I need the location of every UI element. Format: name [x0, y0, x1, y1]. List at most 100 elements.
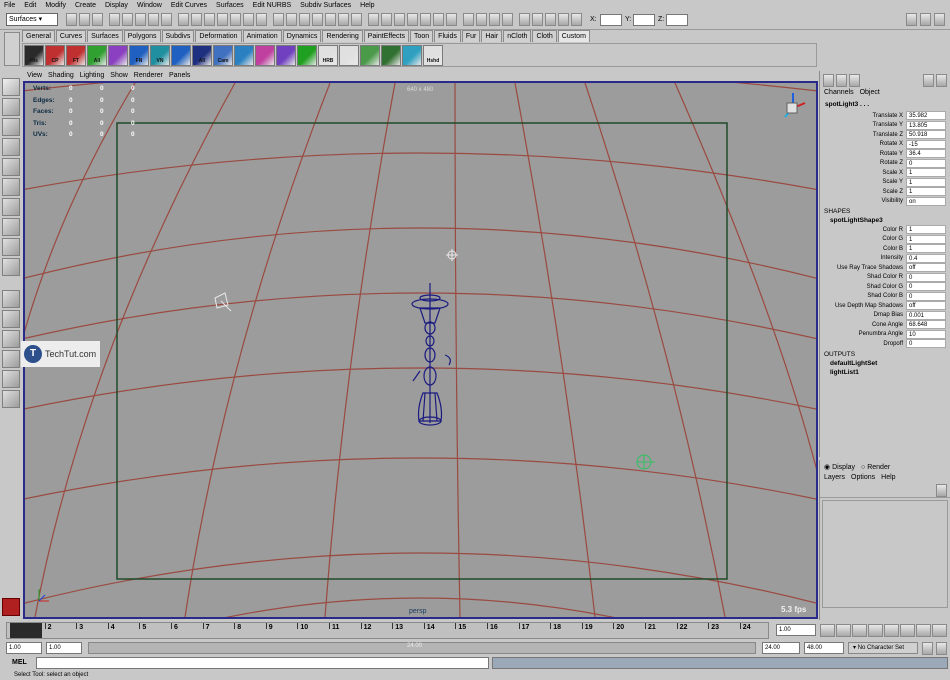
render-pane-icon[interactable]: [2, 390, 20, 408]
attr-value-field[interactable]: 1: [906, 244, 946, 254]
status-tool-icon[interactable]: [243, 13, 254, 26]
attr-value-field[interactable]: 0: [906, 282, 946, 292]
panel-menu-panels[interactable]: Panels: [169, 71, 190, 81]
status-tool-icon[interactable]: [299, 13, 310, 26]
perspective-viewport[interactable]: Verts: 0 0 0 Edges: 0 0 0 Faces: 0 0 0 Tris: 0 0 0 UVs: 0…: [23, 81, 818, 619]
status-tool-icon[interactable]: [558, 13, 569, 26]
graph-pane-icon[interactable]: [2, 350, 20, 368]
status-tool-icon[interactable]: [135, 13, 146, 26]
shelf-button-icon[interactable]: HRB: [318, 45, 338, 66]
shelf-tab-curves[interactable]: Curves: [55, 30, 87, 42]
status-tool-icon[interactable]: [79, 13, 90, 26]
shelf-button-icon[interactable]: [402, 45, 422, 66]
shelf-button-icon[interactable]: [255, 45, 275, 66]
layer-menu-layers[interactable]: Layers: [824, 474, 845, 484]
step-forward-key-icon[interactable]: [900, 624, 915, 637]
mel-input[interactable]: [36, 657, 489, 669]
shelf-tab-dynamics[interactable]: Dynamics: [282, 30, 322, 42]
attribute-editor-icon[interactable]: [906, 13, 917, 26]
object-menu[interactable]: Object: [860, 89, 880, 99]
four-pane-icon[interactable]: [2, 310, 20, 328]
channel-layer-mode-icon[interactable]: [849, 74, 860, 87]
y-field[interactable]: [633, 14, 655, 26]
lasso-tool-icon[interactable]: [2, 98, 20, 116]
status-tool-icon[interactable]: [489, 13, 500, 26]
shelf-tab-animation[interactable]: Animation: [242, 30, 282, 42]
menu-edit-nurbs[interactable]: Edit NURBS: [253, 0, 292, 11]
shelf-tab-deformation[interactable]: Deformation: [195, 30, 242, 42]
last-tool-icon[interactable]: [2, 258, 20, 276]
shelf-button-icon[interactable]: [297, 45, 317, 66]
display-radio[interactable]: ◉ Display: [824, 463, 855, 471]
status-tool-icon[interactable]: [446, 13, 457, 26]
soft-mod-icon[interactable]: [2, 218, 20, 236]
status-tool-icon[interactable]: [178, 13, 189, 26]
attr-value-field[interactable]: off: [906, 301, 946, 311]
status-tool-icon[interactable]: [273, 13, 284, 26]
menu-surfaces[interactable]: Surfaces: [216, 0, 244, 11]
shelf-button-icon[interactable]: VN: [150, 45, 170, 66]
menu-edit[interactable]: Edit: [24, 0, 36, 11]
attr-value-field[interactable]: 0: [906, 158, 946, 168]
move-tool-icon[interactable]: [2, 138, 20, 156]
menu-set-select[interactable]: Surfaces ▾: [6, 13, 58, 26]
time-slider[interactable]: 123456789101112131415161718192021222324 …: [0, 620, 950, 640]
shelf-button-icon[interactable]: All: [192, 45, 212, 66]
go-to-start-icon[interactable]: [820, 624, 835, 637]
key-icon[interactable]: [922, 642, 933, 655]
status-tool-icon[interactable]: [502, 13, 513, 26]
shelf-tab-fur[interactable]: Fur: [461, 30, 481, 42]
edit-icon[interactable]: [923, 74, 934, 87]
play-back-icon[interactable]: [868, 624, 883, 637]
shelf-tab-toon[interactable]: Toon: [409, 30, 434, 42]
layer-menu-help[interactable]: Help: [881, 474, 895, 484]
shelf-tab-general[interactable]: General: [22, 30, 55, 42]
panel-menu-lighting[interactable]: Lighting: [80, 71, 105, 81]
step-back-key-icon[interactable]: [852, 624, 867, 637]
attr-value-field[interactable]: 0.4: [906, 253, 946, 263]
attr-value-field[interactable]: 1: [906, 177, 946, 187]
shelf-tab-painteffects[interactable]: PaintEffects: [363, 30, 409, 42]
layer-menu-options[interactable]: Options: [851, 474, 875, 484]
paint-select-icon[interactable]: [2, 118, 20, 136]
playback-start-field[interactable]: 1.00: [46, 642, 82, 654]
playback-end-field[interactable]: 24.00: [762, 642, 800, 654]
output-node[interactable]: defaultLightSet: [820, 359, 950, 368]
rotate-tool-icon[interactable]: [2, 158, 20, 176]
shelf-tab-custom[interactable]: Custom: [557, 30, 590, 42]
status-tool-icon[interactable]: [368, 13, 379, 26]
status-tool-icon[interactable]: [92, 13, 103, 26]
menu-help[interactable]: Help: [360, 0, 374, 11]
status-tool-icon[interactable]: [351, 13, 362, 26]
menu-window[interactable]: Window: [137, 0, 162, 11]
time-ruler[interactable]: 123456789101112131415161718192021222324: [6, 622, 769, 639]
character-set-select[interactable]: ▾ No Character Set: [848, 642, 918, 654]
menu-subdiv-surfaces[interactable]: Subdiv Surfaces: [300, 0, 351, 11]
start-time-field[interactable]: 1.00: [6, 642, 42, 654]
status-tool-icon[interactable]: [325, 13, 336, 26]
attr-value-field[interactable]: 68.648: [906, 320, 946, 330]
attr-value-field[interactable]: 0: [906, 339, 946, 349]
attr-value-field[interactable]: 50.918: [906, 130, 946, 140]
menu-modify[interactable]: Modify: [45, 0, 66, 11]
attr-value-field[interactable]: 1: [906, 187, 946, 197]
status-tool-icon[interactable]: [109, 13, 120, 26]
shelf-tab-hair[interactable]: Hair: [481, 30, 503, 42]
status-tool-icon[interactable]: [407, 13, 418, 26]
menu-create[interactable]: Create: [75, 0, 96, 11]
shelf-button-icon[interactable]: [381, 45, 401, 66]
shelf-button-icon[interactable]: [234, 45, 254, 66]
current-time-marker[interactable]: [10, 623, 42, 638]
status-tool-icon[interactable]: [204, 13, 215, 26]
shelf-tab-surfaces[interactable]: Surfaces: [87, 30, 123, 42]
status-tool-icon[interactable]: [161, 13, 172, 26]
status-tool-icon[interactable]: [148, 13, 159, 26]
shelf-menu-icon[interactable]: [4, 32, 20, 66]
attr-value-field[interactable]: 1: [906, 225, 946, 235]
status-tool-icon[interactable]: [463, 13, 474, 26]
select-tool-icon[interactable]: [2, 78, 20, 96]
attr-value-field[interactable]: 35.982: [906, 111, 946, 121]
single-pane-icon[interactable]: [2, 290, 20, 308]
shelf-button-icon[interactable]: [171, 45, 191, 66]
shelf-button-icon[interactable]: FN: [129, 45, 149, 66]
